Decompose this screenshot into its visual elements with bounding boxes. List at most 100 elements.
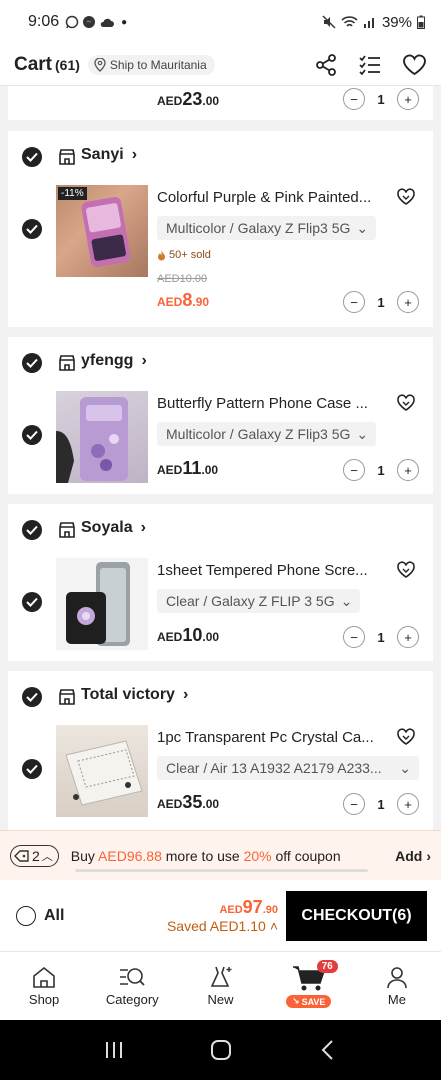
ship-to-selector[interactable]: Ship to Mauritania <box>87 54 215 75</box>
tab-category[interactable]: Category <box>88 952 176 1020</box>
chevron-up-icon: ︿ <box>41 850 53 863</box>
location-pin-icon <box>94 57 106 72</box>
coupon-message: Buy AED96.88 more to use 20% off coupon <box>70 847 341 864</box>
item-checkbox[interactable] <box>22 219 42 239</box>
home-button-icon[interactable] <box>210 1039 232 1061</box>
item-price: AED11.00 <box>157 458 219 478</box>
decrease-qty-button[interactable]: − <box>343 459 365 481</box>
chevron-down-icon: ⌄ <box>340 592 353 609</box>
order-total: AED97.90 Saved AED1.10 ˄ <box>167 897 278 934</box>
whatsapp-icon <box>65 15 79 29</box>
recent-apps-icon[interactable] <box>103 1040 125 1060</box>
store-card-soyala: Soyala › 1sheet Tempered Phone Scre... Cl… <box>8 504 433 661</box>
checkout-button[interactable]: CHECKOUT(6) <box>286 890 427 941</box>
chevron-down-icon: ⌄ <box>399 759 411 776</box>
store-checkbox[interactable] <box>22 520 42 540</box>
quantity-stepper[interactable]: − 1 + <box>343 88 419 110</box>
store-name[interactable]: Total victory › <box>81 686 188 704</box>
coupon-progress-bar[interactable]: 2 ︿ Buy AED96.88 more to use 20% off cou… <box>0 830 441 880</box>
decrease-qty-button[interactable]: − <box>343 626 365 648</box>
cart-badge: 76 <box>316 960 338 973</box>
tab-cart[interactable]: 76 ↘ SAVE <box>265 952 353 1020</box>
dress-sparkle-icon <box>210 966 231 987</box>
ship-to-label: Ship to Mauritania <box>109 57 207 72</box>
coupon-count-pill[interactable]: 2 ︿ <box>10 844 59 867</box>
item-checkbox[interactable] <box>22 592 42 612</box>
wishlist-heart-icon[interactable] <box>402 53 427 77</box>
home-icon <box>33 966 55 988</box>
quantity-stepper[interactable]: − 1 + <box>343 626 419 648</box>
wishlist-icon[interactable] <box>396 394 416 412</box>
status-bar: 9:06 ● 39% <box>0 0 441 44</box>
wishlist-icon[interactable] <box>396 561 416 579</box>
wishlist-icon[interactable] <box>396 188 416 206</box>
product-image[interactable] <box>56 391 148 483</box>
decrease-qty-button[interactable]: − <box>343 88 365 110</box>
store-name[interactable]: yfengg › <box>81 352 147 370</box>
cart-list[interactable]: AED23.00 − 1 + Sanyi › -11% Colorful Purp… <box>0 86 441 830</box>
qty-value: 1 <box>377 91 385 107</box>
signal-icon <box>363 18 374 28</box>
product-image[interactable] <box>56 558 148 650</box>
product-name[interactable]: 1sheet Tempered Phone Scre... <box>157 562 383 579</box>
tab-new[interactable]: New <box>176 952 264 1020</box>
add-more-link[interactable]: Add › <box>395 848 431 864</box>
store-name[interactable]: Soyala › <box>81 519 146 537</box>
store-name[interactable]: Sanyi › <box>81 146 137 164</box>
item-price: AED23.00 <box>157 89 220 109</box>
cart-count: (61) <box>55 56 80 73</box>
chevron-up-icon: ˄ <box>269 918 278 934</box>
checklist-icon[interactable] <box>358 53 382 77</box>
original-price: AED10.00 <box>157 273 208 285</box>
cloud-icon <box>100 18 115 27</box>
tab-me[interactable]: Me <box>353 952 441 1020</box>
trend-down-icon: ↘ <box>292 996 300 1006</box>
save-tag: ↘ SAVE <box>286 995 332 1008</box>
wishlist-icon[interactable] <box>396 728 416 746</box>
item-checkbox[interactable] <box>22 759 42 779</box>
quantity-stepper[interactable]: − 1 + <box>343 793 419 815</box>
variant-selector[interactable]: Multicolor / Galaxy Z Flip3 5G ⌄ <box>157 422 377 446</box>
variant-selector[interactable]: Clear / Air 13 A1932 A2179 A233... ⌄ <box>157 756 419 780</box>
store-card-yfengg: yfengg › Butterfly Pattern Phone Case ...… <box>8 337 433 494</box>
checkout-bar: All AED97.90 Saved AED1.10 ˄ CHECKOUT(6) <box>0 880 441 952</box>
product-name[interactable]: Colorful Purple & Pink Painted... <box>157 189 383 206</box>
person-icon <box>387 967 407 989</box>
store-card-sanyi: Sanyi › -11% Colorful Purple & Pink Paint… <box>8 131 433 327</box>
qty-value: 1 <box>377 629 385 645</box>
coupon-progress-track <box>75 869 368 872</box>
item-checkbox[interactable] <box>22 425 42 445</box>
tab-shop[interactable]: Shop <box>0 952 88 1020</box>
increase-qty-button[interactable]: + <box>397 291 419 313</box>
product-image[interactable] <box>56 725 148 817</box>
store-checkbox[interactable] <box>22 353 42 373</box>
increase-qty-button[interactable]: + <box>397 459 419 481</box>
variant-selector[interactable]: Clear / Galaxy Z FLIP 3 5G ⌄ <box>157 589 361 613</box>
store-checkbox[interactable] <box>22 687 42 707</box>
select-all-radio[interactable] <box>16 905 36 926</box>
quantity-stepper[interactable]: − 1 + <box>343 459 419 481</box>
select-all-label[interactable]: All <box>44 907 64 925</box>
item-price: AED35.00 <box>157 792 220 812</box>
store-checkbox[interactable] <box>22 147 42 167</box>
increase-qty-button[interactable]: + <box>397 88 419 110</box>
chevron-down-icon: ⌄ <box>356 425 369 442</box>
dot-icon: ● <box>121 16 128 28</box>
product-name[interactable]: 1pc Transparent Pc Crystal Ca... <box>157 729 383 746</box>
mute-icon <box>322 15 336 29</box>
cart-item-partial: AED23.00 − 1 + <box>8 86 433 120</box>
back-icon[interactable] <box>318 1039 338 1061</box>
variant-selector[interactable]: Multicolor / Galaxy Z Flip3 5G ⌄ <box>157 216 377 240</box>
decrease-qty-button[interactable]: − <box>343 291 365 313</box>
cart-header: Cart (61) Ship to Mauritania <box>0 44 441 86</box>
increase-qty-button[interactable]: + <box>397 626 419 648</box>
chevron-right-icon: › <box>131 146 138 163</box>
saved-amount[interactable]: Saved AED1.10 ˄ <box>167 918 278 934</box>
increase-qty-button[interactable]: + <box>397 793 419 815</box>
quantity-stepper[interactable]: − 1 + <box>343 291 419 313</box>
product-image[interactable]: -11% <box>56 185 148 277</box>
product-name[interactable]: Butterfly Pattern Phone Case ... <box>157 395 383 412</box>
share-icon[interactable] <box>314 53 338 77</box>
decrease-qty-button[interactable]: − <box>343 793 365 815</box>
coupon-count: 2 <box>32 847 40 864</box>
